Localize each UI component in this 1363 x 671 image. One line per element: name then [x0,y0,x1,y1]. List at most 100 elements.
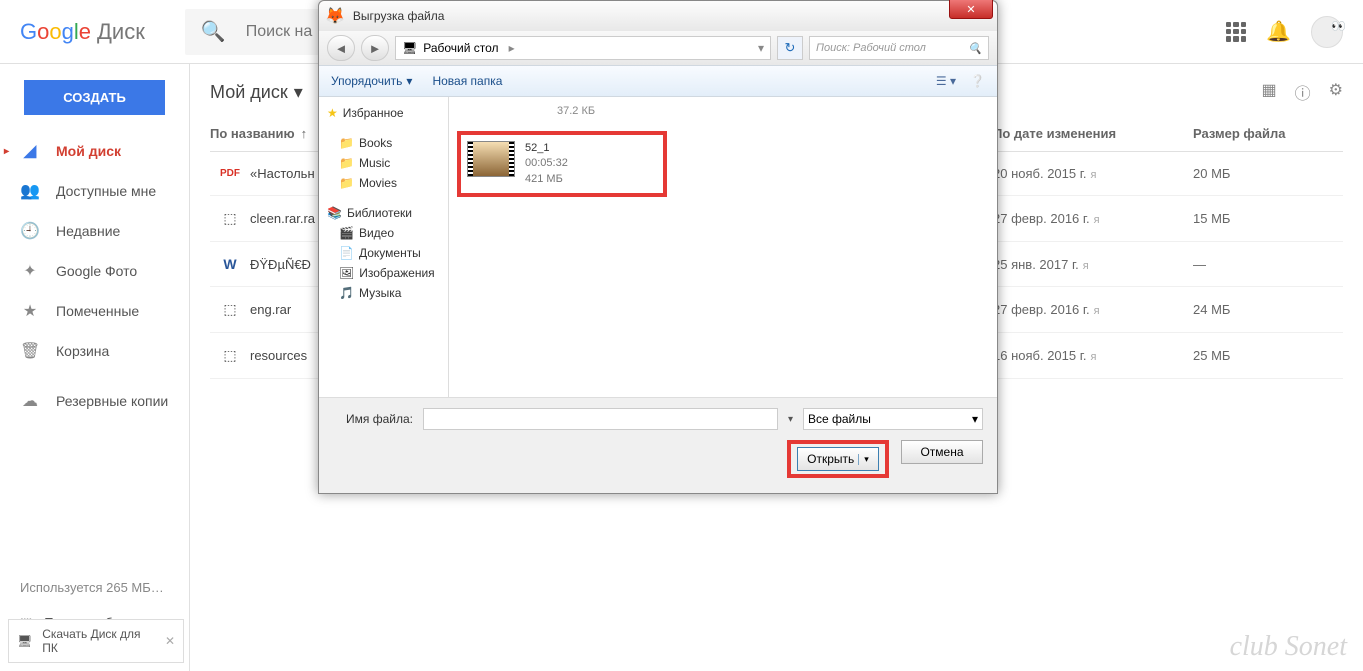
sidebar-item-shared[interactable]: 👥 Доступные мне [0,171,189,211]
chevron-down-icon[interactable]: ▾ [858,454,869,465]
archive-icon: ⬚ [210,301,250,318]
tree-documents[interactable]: 📄Документы [323,243,444,263]
cancel-button[interactable]: Отмена [901,440,983,464]
search-icon: 🔍 [968,42,982,55]
forward-button[interactable]: ► [361,35,389,61]
file-size: — [1193,257,1343,272]
help-icon[interactable]: ❔ [970,74,985,88]
file-name: 52_1 [525,141,568,156]
library-icon: 📚 [327,206,342,220]
file-size: 24 МБ [1193,302,1343,317]
tree-images[interactable]: 🖼Изображения [323,263,444,283]
clock-icon: 🕘 [20,221,40,241]
folder-icon: 📁 [339,136,354,150]
refresh-button[interactable]: ↻ [777,36,803,60]
filename-label: Имя файла: [333,412,413,426]
file-date: 27 февр. 2016 г.я [993,211,1193,226]
sidebar-item-mydrive[interactable]: ◢Мой диск [0,131,189,171]
col-size[interactable]: Размер файла [1193,126,1343,141]
notifications-icon[interactable]: 🔔 [1266,19,1291,44]
search-icon: 🔍 [201,19,226,44]
col-date[interactable]: По дате изменения [993,126,1193,141]
files-area[interactable]: 37.2 КБ 52_1 00:05:32 421 МБ [449,97,997,397]
sidebar: СОЗДАТЬ ◢Мой диск 👥 Доступные мне 🕘Недавн… [0,64,190,671]
titlebar[interactable]: 🦊 Выгрузка файла ✕ [319,1,997,31]
file-date: 20 нояб. 2015 г.я [993,166,1193,181]
cloud-icon: ☁ [20,391,40,411]
info-icon[interactable]: ⓘ [1295,80,1311,104]
view-icon[interactable]: ☰ ▾ [936,74,956,88]
star-icon: ★ [327,106,338,120]
video-icon: 🎬 [339,226,354,240]
image-icon: 🖼 [339,266,354,280]
photos-icon: ✦ [20,261,40,281]
tree-books[interactable]: 📁Books [323,133,444,153]
sidebar-item-photos[interactable]: ✦ Google Фото [0,251,189,291]
file-date: 27 февр. 2016 г.я [993,302,1193,317]
file-meta: 52_1 00:05:32 421 МБ [525,141,568,187]
sidebar-item-backups[interactable]: ☁Резервные копии [0,381,189,421]
file-upload-dialog: 🦊 Выгрузка файла ✕ ◄ ► 🖥Рабочий стол▸▾ ↻… [318,0,998,494]
file-size: 25 МБ [1193,348,1343,363]
back-button[interactable]: ◄ [327,35,355,61]
sidebar-item-recent[interactable]: 🕘Недавние [0,211,189,251]
view-grid-icon[interactable]: ▦ [1262,80,1277,104]
chevron-down-icon[interactable]: ▾ [788,414,793,425]
sort-arrow-icon: ↑ [301,126,308,141]
prev-file-size: 37.2 КБ [557,105,989,117]
address-bar[interactable]: 🖥Рабочий стол▸▾ [395,36,771,60]
firefox-icon: 🦊 [325,6,345,26]
create-button[interactable]: СОЗДАТЬ [24,80,165,115]
file-duration: 00:05:32 [525,156,568,171]
organize-button[interactable]: Упорядочить ▾ [331,74,412,88]
address-text: Рабочий стол [423,41,498,55]
close-button[interactable]: ✕ [949,0,993,19]
open-button-highlight: Открыть▾ [787,440,889,478]
sidebar-item-label: Google Фото [56,263,137,279]
breadcrumb-label: Мой диск [210,82,288,103]
video-thumbnail [467,141,515,177]
watermark: club Sonet [1230,631,1347,663]
people-icon: 👥 [20,181,40,201]
pdf-icon: PDF [210,168,250,179]
new-folder-button[interactable]: Новая папка [432,74,502,88]
word-icon: W [210,256,250,272]
tree-libraries[interactable]: 📚Библиотеки [323,203,444,223]
breadcrumb[interactable]: Мой диск ▾ [210,82,303,103]
file-size: 20 МБ [1193,166,1343,181]
tree-music2[interactable]: 🎵Музыка [323,283,444,303]
filename-input[interactable] [423,408,778,430]
selected-file-highlight[interactable]: 52_1 00:05:32 421 МБ [457,131,667,197]
desktop-icon: 🖥 [402,41,417,55]
gear-icon[interactable]: ⚙ [1329,80,1343,104]
open-button[interactable]: Открыть▾ [797,447,879,471]
file-type-filter[interactable]: Все файлы▾ [803,408,983,430]
logo[interactable]: Google Диск [20,19,145,45]
file-size: 421 МБ [525,172,568,187]
storage-usage: Используется 265 МБ… [0,570,189,605]
sidebar-item-starred[interactable]: ★Помеченные [0,291,189,331]
avatar[interactable] [1311,16,1343,48]
trash-icon: 🗑 [20,341,40,361]
chevron-down-icon: ▾ [972,412,978,426]
sidebar-item-label: Доступные мне [56,183,156,199]
apps-icon[interactable] [1226,22,1246,42]
chevron-down-icon[interactable]: ▾ [758,41,764,55]
drive-icon: ◢ [20,141,40,161]
dialog-title: Выгрузка файла [353,9,445,23]
dialog-search[interactable]: Поиск: Рабочий стол🔍 [809,36,989,60]
sidebar-item-trash[interactable]: 🗑 Корзина [0,331,189,371]
file-size: 15 МБ [1193,211,1343,226]
tree-favorites[interactable]: ★Избранное [323,103,444,123]
download-label: Скачать Диск для ПК [42,627,155,655]
monitor-icon: 🖥 [17,634,32,648]
tree-movies[interactable]: 📁Movies [323,173,444,193]
close-icon[interactable]: ✕ [165,634,175,648]
tree-video[interactable]: 🎬Видео [323,223,444,243]
file-date: 25 янв. 2017 г.я [993,257,1193,272]
star-icon: ★ [20,301,40,321]
tree-music[interactable]: 📁Music [323,153,444,173]
sidebar-item-label: Корзина [56,343,109,359]
download-desktop-bar[interactable]: 🖥 Скачать Диск для ПК ✕ [8,619,184,663]
product-name: Диск [97,19,145,45]
